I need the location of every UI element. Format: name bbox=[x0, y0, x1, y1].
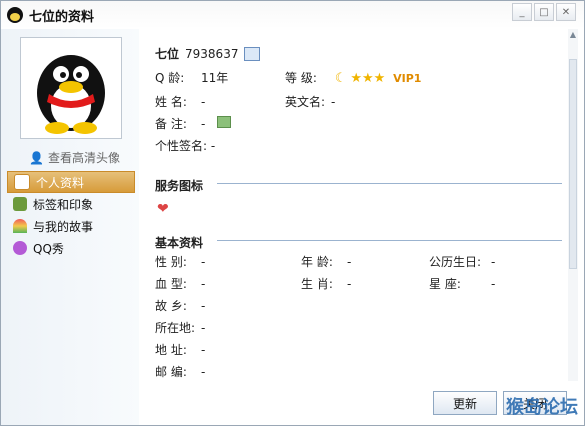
location-field: 所在地: - bbox=[155, 319, 205, 336]
remark-value: - bbox=[201, 117, 206, 131]
edit-remark-icon[interactable] bbox=[217, 116, 232, 128]
star-level-icon: ★★★ bbox=[350, 71, 386, 86]
qq-show-icon bbox=[13, 241, 27, 255]
field-label: 地 址: bbox=[155, 343, 187, 357]
field-value: - bbox=[347, 277, 352, 291]
q-age-value: 11年 bbox=[201, 71, 229, 85]
name-label: 姓 名: bbox=[155, 95, 187, 109]
english-name-label: 英文名: bbox=[285, 95, 326, 109]
zodiac-field: 生 肖: - bbox=[301, 275, 351, 292]
refresh-button[interactable]: 更新 bbox=[433, 391, 497, 415]
field-value: - bbox=[201, 343, 206, 357]
field-label: 血 型: bbox=[155, 277, 187, 291]
remark-label: 备 注: bbox=[155, 117, 187, 131]
vertical-scrollbar[interactable]: ▲ ▼ bbox=[568, 29, 578, 389]
q-age-field: Q 龄: 11年 bbox=[155, 69, 228, 86]
sidebar-item-qqshow[interactable]: QQ秀 bbox=[7, 237, 135, 259]
sidebar-item-stories[interactable]: 与我的故事 bbox=[7, 215, 135, 237]
contact-card-icon[interactable] bbox=[244, 46, 261, 61]
profile-content: 七位 7938637 Q 龄: 11年 等 级: ☾ ★★★ VIP1 姓 名: -… bbox=[147, 29, 566, 381]
qq-logo-icon bbox=[7, 7, 23, 23]
gender-field: 性 别: - bbox=[155, 253, 205, 270]
field-label: 年 龄: bbox=[301, 255, 333, 269]
field-value: - bbox=[347, 255, 352, 269]
view-hd-avatar-link[interactable]: 👤 查看高清头像 bbox=[29, 149, 120, 166]
vip-badge: VIP1 bbox=[393, 72, 422, 85]
field-value: - bbox=[201, 277, 206, 291]
name-value: - bbox=[201, 95, 206, 109]
hometown-field: 故 乡: - bbox=[155, 297, 205, 314]
postcode-field: 邮 编: - bbox=[155, 363, 205, 380]
title-bar: 七位的资料 _ □ ✕ bbox=[1, 1, 584, 29]
level-field: 等 级: ☾ ★★★ VIP1 bbox=[285, 69, 421, 86]
sidebar-item-label: 个人资料 bbox=[36, 175, 85, 190]
scroll-thumb[interactable] bbox=[569, 59, 577, 269]
english-name-value: - bbox=[331, 95, 336, 109]
window-title: 七位的资料 bbox=[29, 9, 95, 25]
sidebar-item-label: QQ秀 bbox=[33, 241, 64, 256]
name-field: 姓 名: - bbox=[155, 93, 205, 110]
view-hd-avatar-label: 查看高清头像 bbox=[47, 151, 120, 165]
section-divider bbox=[217, 240, 562, 241]
sidebar-item-label: 与我的故事 bbox=[33, 219, 94, 234]
section-divider bbox=[217, 183, 562, 184]
field-label: 生 肖: bbox=[301, 277, 333, 291]
heart-service-icon[interactable]: ❤ bbox=[157, 201, 169, 217]
field-label: 邮 编: bbox=[155, 365, 187, 379]
signature-field: 个性签名: - bbox=[155, 137, 215, 154]
window-controls: _ □ ✕ bbox=[512, 3, 576, 21]
avatar-zoom-icon: 👤 bbox=[29, 150, 44, 165]
level-label: 等 级: bbox=[285, 71, 317, 85]
sidebar-item-label: 标签和印象 bbox=[33, 197, 94, 212]
qq-number: 7938637 bbox=[185, 46, 239, 61]
maximize-button[interactable]: □ bbox=[534, 3, 554, 21]
field-value: - bbox=[201, 365, 206, 379]
nickname: 七位 bbox=[155, 47, 180, 61]
field-label: 公历生日: bbox=[429, 255, 482, 269]
forum-watermark: 猴岛论坛 bbox=[506, 397, 578, 418]
field-value: - bbox=[491, 277, 496, 291]
nickname-row: 七位 7938637 bbox=[155, 45, 261, 62]
field-label: 性 别: bbox=[155, 255, 187, 269]
age-field: 年 龄: - bbox=[301, 253, 351, 270]
rainbow-icon bbox=[13, 219, 27, 233]
field-label: 星 座: bbox=[429, 277, 461, 291]
left-sidebar: 👤 查看高清头像 个人资料 标签和印象 与我的故事 QQ秀 bbox=[1, 29, 139, 425]
remark-field: 备 注: - bbox=[155, 115, 232, 132]
close-window-button[interactable]: ✕ bbox=[556, 3, 576, 21]
field-value: - bbox=[491, 255, 496, 269]
dialog-footer: 更新 关闭 猴岛论坛 bbox=[139, 381, 584, 425]
address-field: 地 址: - bbox=[155, 341, 205, 358]
scroll-up-icon[interactable]: ▲ bbox=[568, 29, 578, 39]
tag-icon bbox=[13, 197, 27, 211]
minimize-button[interactable]: _ bbox=[512, 3, 532, 21]
field-value: - bbox=[201, 299, 206, 313]
sidebar-nav: 个人资料 标签和印象 与我的故事 QQ秀 bbox=[7, 171, 135, 259]
constellation-field: 星 座: - bbox=[429, 275, 495, 292]
sidebar-item-tags[interactable]: 标签和印象 bbox=[7, 193, 135, 215]
avatar[interactable] bbox=[20, 37, 122, 139]
field-value: - bbox=[201, 255, 206, 269]
blood-type-field: 血 型: - bbox=[155, 275, 205, 292]
field-label: 故 乡: bbox=[155, 299, 187, 313]
basic-info-title: 基本资料 bbox=[155, 236, 204, 250]
birthday-field: 公历生日: - bbox=[429, 253, 495, 270]
english-name-field: 英文名: - bbox=[285, 93, 335, 110]
field-label: 所在地: bbox=[155, 321, 196, 335]
signature-label: 个性签名: bbox=[155, 139, 208, 153]
moon-level-icon: ☾ bbox=[334, 71, 347, 86]
sidebar-item-profile[interactable]: 个人资料 bbox=[7, 171, 135, 193]
profile-window: 七位的资料 _ □ ✕ 👤 查看高清头像 个人资料 标签和印象 与我的故事 QQ… bbox=[0, 0, 585, 426]
signature-value: - bbox=[210, 139, 216, 153]
q-age-label: Q 龄: bbox=[155, 71, 185, 85]
profile-card-icon bbox=[14, 174, 30, 190]
service-icons-title: 服务图标 bbox=[155, 179, 204, 193]
field-value: - bbox=[201, 321, 206, 335]
penguin-avatar-icon bbox=[37, 55, 105, 134]
